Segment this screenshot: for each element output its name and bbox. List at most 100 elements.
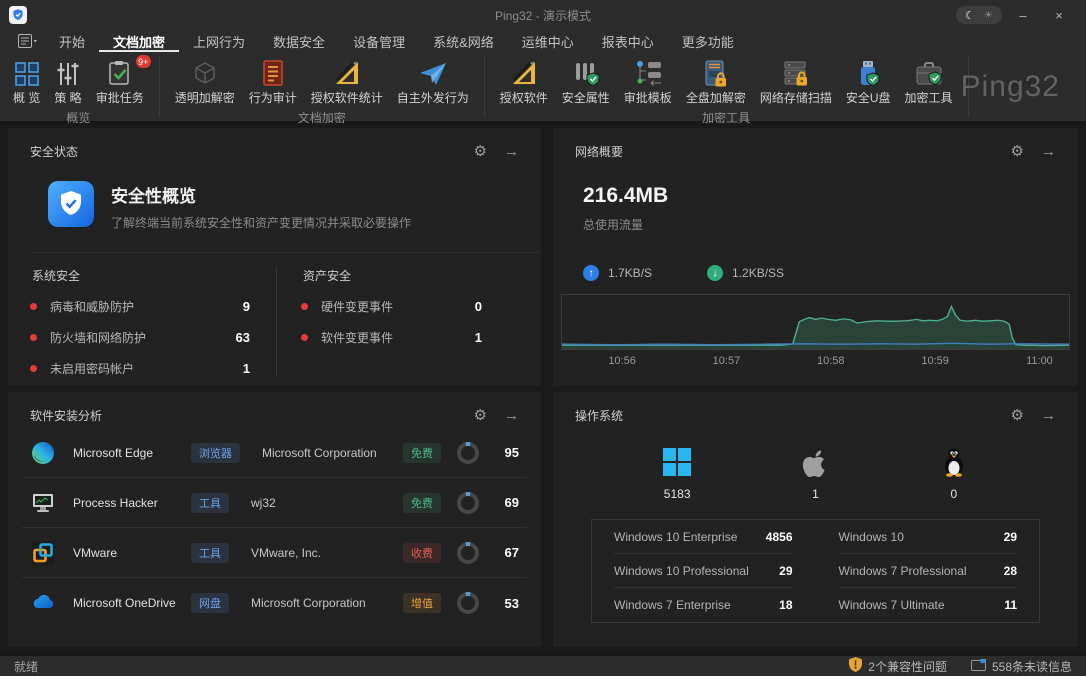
price-badge: 增值: [403, 593, 441, 613]
price-badge: 免费: [403, 493, 441, 513]
arrow-forward-icon[interactable]: →: [1041, 408, 1056, 423]
metric-label: 防火墙和网络防护: [50, 329, 146, 346]
ribbon-button-label: 安全属性: [562, 89, 610, 106]
os-version-label: Windows 7 Enterprise: [614, 598, 731, 612]
metric-value: 9: [243, 299, 250, 314]
windows-logo-icon: [663, 446, 691, 478]
software-row[interactable]: Process Hacker 工具 wj32 免费 69: [22, 478, 527, 528]
ribbon-behavior-audit-button[interactable]: 行为审计: [242, 55, 304, 107]
ribbon-outgoing-behavior-button[interactable]: 自主外发行为: [390, 55, 476, 107]
ribbon-transparent-encryption-button[interactable]: 透明加解密: [168, 55, 242, 107]
gear-icon[interactable]: ⚙: [1011, 408, 1024, 423]
panel-title: 安全状态: [30, 143, 78, 160]
os-version-count: 4856: [766, 530, 793, 544]
metric-value: 0: [475, 299, 482, 314]
os-count: 1: [812, 487, 819, 501]
panel-title: 网络概要: [575, 143, 623, 160]
arrow-forward-icon[interactable]: →: [1041, 144, 1056, 159]
ribbon-security-attributes-button[interactable]: 安全属性: [555, 55, 617, 107]
software-score: 53: [495, 596, 519, 611]
metric-row: 防火墙和网络防护 63: [30, 329, 276, 346]
panel-network-summary: 网络概要 ⚙ → 216.4MB 总使用流量 ↑ 1.7KB/S ↓ 1.2KB…: [553, 128, 1078, 386]
minimize-button[interactable]: –: [1008, 3, 1038, 27]
os-version-label: Windows 10 Enterprise: [614, 530, 737, 544]
download-arrow-icon: ↓: [707, 265, 723, 281]
ribbon-encryption-tools-button[interactable]: 加密工具: [898, 55, 960, 107]
os-version-count: 28: [1004, 564, 1017, 578]
tab-system-network[interactable]: 系统&网络: [419, 30, 508, 52]
ribbon-approval-template-button[interactable]: 审批模板: [617, 55, 679, 107]
os-version-count: 29: [779, 564, 792, 578]
security-overview-title: 安全性概览: [111, 182, 411, 207]
ribbon-secure-usb-button[interactable]: 安全U盘: [839, 55, 898, 107]
tab-internet-behavior[interactable]: 上网行为: [179, 30, 259, 52]
gear-icon[interactable]: ⚙: [1011, 144, 1024, 159]
compatibility-issues[interactable]: 2个兼容性问题: [849, 657, 947, 675]
ribbon-network-storage-scan-button[interactable]: 网络存储扫描: [753, 55, 839, 107]
os-table-cell: Windows 10 Enterprise 4856: [614, 520, 793, 554]
statusbar: 就绪 2个兼容性问题 558条未读信息: [0, 655, 1086, 676]
ribbon-fulldisk-encryption-button[interactable]: 全盘加解密: [679, 55, 753, 107]
software-row[interactable]: VMware 工具 VMware, Inc. 收费 67: [22, 528, 527, 578]
arrow-forward-icon[interactable]: →: [504, 144, 519, 159]
metric-value: 1: [243, 361, 250, 376]
tab-report-center[interactable]: 报表中心: [588, 30, 668, 52]
security-shield-icon: [48, 181, 94, 232]
software-vendor: VMware, Inc.: [251, 546, 403, 560]
ribbon-button-label: 全盘加解密: [686, 89, 746, 106]
ribbon-button-label: 安全U盘: [846, 89, 891, 106]
os-table-cell: Windows 7 Enterprise 18: [614, 588, 793, 622]
red-dot-icon: [30, 365, 37, 372]
app-logo-icon[interactable]: [9, 6, 27, 24]
ribbon-approval-tasks-button[interactable]: 9+ 审批任务: [89, 55, 151, 107]
ribbon-button-label: 加密工具: [905, 89, 953, 106]
os-version-label: Windows 7 Ultimate: [839, 598, 945, 612]
cube-icon: [191, 56, 219, 87]
ribbon-overview-button[interactable]: 概 览: [6, 55, 47, 107]
software-row[interactable]: Microsoft OneDrive 网盘 Microsoft Corporat…: [22, 578, 527, 628]
ribbon-button-label: 透明加解密: [175, 89, 235, 106]
score-ring-icon: [457, 492, 479, 514]
price-badge: 收费: [403, 543, 441, 563]
file-menu-icon[interactable]: [10, 30, 45, 52]
category-badge: 浏览器: [191, 443, 240, 463]
tab-document-encryption[interactable]: 文档加密: [99, 30, 179, 52]
ribbon-strategy-button[interactable]: 策 略: [47, 55, 88, 107]
red-dot-icon: [301, 334, 308, 341]
unread-messages[interactable]: 558条未读信息: [971, 657, 1072, 675]
os-table-cell: Windows 7 Ultimate 11: [839, 588, 1018, 622]
software-vendor: wj32: [251, 496, 403, 510]
theme-toggle[interactable]: ☾ ☀: [956, 6, 1002, 24]
panel-software-analysis: 软件安装分析 ⚙ → Microsoft Edge 浏览器 Microsoft …: [8, 392, 541, 647]
edge-icon: [30, 440, 56, 466]
tab-ops-center[interactable]: 运维中心: [508, 30, 588, 52]
upload-speed: ↑ 1.7KB/S: [583, 265, 652, 281]
os-table-cell: Windows 10 Professional 29: [614, 554, 793, 588]
template-icon: [633, 56, 663, 87]
tab-more-features[interactable]: 更多功能: [668, 30, 748, 52]
tab-start[interactable]: 开始: [45, 30, 99, 52]
metric-label: 病毒和威胁防护: [50, 298, 134, 315]
panel-operating-system: 操作系统 ⚙ → 5183 1: [553, 392, 1078, 647]
ribbon-group-label: 文档加密: [162, 107, 482, 129]
ribbon-authorized-software-stats-button[interactable]: 授权软件统计: [304, 55, 390, 107]
gear-icon[interactable]: ⚙: [474, 144, 487, 159]
ribbon-group-document-encryption: 透明加解密 行为审计 授权软件统计 自主外发行为 文档加密: [162, 52, 482, 121]
onedrive-icon: [30, 590, 56, 616]
gear-icon[interactable]: ⚙: [474, 408, 487, 423]
close-button[interactable]: ×: [1044, 3, 1074, 27]
download-speed: ↓ 1.2KB/SS: [707, 265, 784, 281]
metric-label: 软件变更事件: [321, 329, 393, 346]
software-name: Microsoft OneDrive: [73, 596, 191, 610]
software-row[interactable]: Microsoft Edge 浏览器 Microsoft Corporation…: [22, 428, 527, 478]
ribbon-group-label: 加密工具: [487, 107, 966, 129]
ribbon-group-label: 概览: [0, 107, 157, 129]
tab-device-management[interactable]: 设备管理: [339, 30, 419, 52]
approval-tasks-badge: 9+: [136, 55, 151, 68]
asset-security-column: 资产安全 硬件变更事件 0 软件变更事件 1: [276, 267, 508, 377]
tab-data-security[interactable]: 数据安全: [259, 30, 339, 52]
price-badge: 免费: [403, 443, 441, 463]
column-title: 系统安全: [32, 267, 276, 284]
ribbon-authorized-software-button[interactable]: 授权软件: [493, 55, 555, 107]
arrow-forward-icon[interactable]: →: [504, 408, 519, 423]
